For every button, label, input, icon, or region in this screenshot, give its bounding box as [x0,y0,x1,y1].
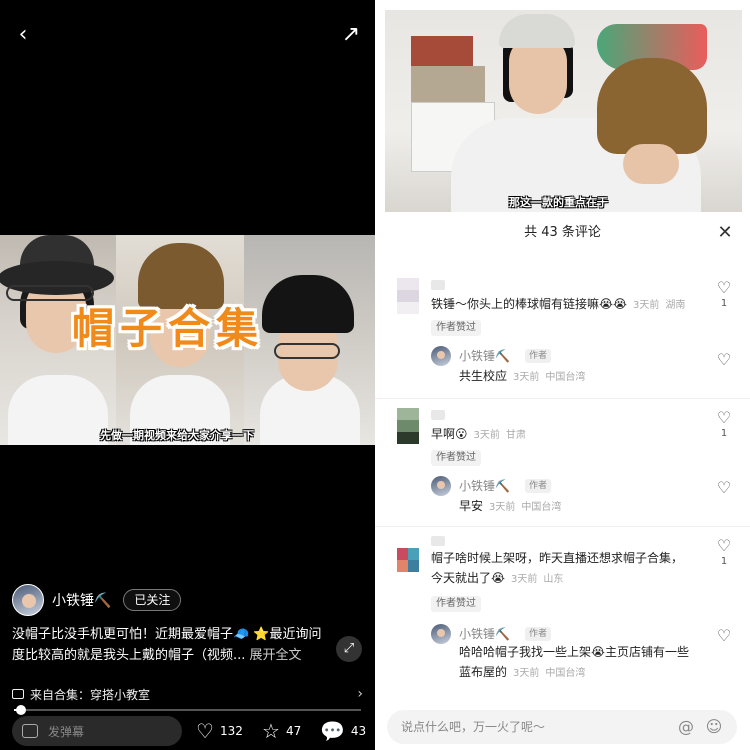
author-avatar[interactable] [12,584,44,616]
favorite-action[interactable]: ☆ 47 [262,718,301,744]
danmu-placeholder: 发弹幕 [48,724,85,739]
reply-text: 哈哈哈帽子我找一些上架😭主页店铺有一些 蓝布屋的 3天前 中国台湾 [459,645,690,679]
author-liked-tag: 作者赞过 [431,450,481,466]
commenter-name[interactable] [431,280,445,290]
heart-icon[interactable]: ♡ [714,536,734,555]
hoodie-shape [8,375,108,445]
divider [375,398,750,399]
cap-shape [499,14,575,48]
heart-icon[interactable]: ♡ [714,626,734,645]
author-liked-tag: 作者赞过 [431,320,481,336]
video-subtitle: 先做一期视频来给大家介享一下 [100,429,254,442]
video-caption: 那这一款的重点在于 [509,196,608,209]
divider [375,526,750,527]
comment-action[interactable]: 💬 43 [320,718,366,744]
like-action[interactable]: ♡ 132 [196,718,243,744]
fullscreen-icon[interactable]: ⤢ [336,636,362,662]
comment-input-placeholder: 说点什么吧，万一火了呢～ [401,720,546,734]
reply-author-name[interactable]: 小铁锤⛏️ [459,626,510,642]
danmu-icon[interactable] [22,724,38,738]
reply-avatar[interactable] [431,476,451,496]
commenter-avatar[interactable] [397,548,419,584]
reply-text: 早安 3天前 中国台湾 [459,499,562,513]
heart-icon[interactable]: ♡ [196,719,214,743]
comment-text: 帽子啥时候上架呀，昨天直播还想求帽子合集， 今天就出了😭 3天前 山东 [431,551,684,585]
progress-bar[interactable] [14,705,361,715]
comment-item: 帽子啥时候上架呀，昨天直播还想求帽子合集， 今天就出了😭 3天前 山东 作者赞过 ♡… [375,536,750,696]
close-icon[interactable]: ✕ [712,220,738,246]
progress-knob[interactable] [15,705,26,715]
heart-icon[interactable]: ♡ [714,408,734,427]
red-box-shape [411,36,473,66]
heart-icon[interactable]: ♡ [714,278,734,297]
video-title-overlay: 帽子合集 [72,304,265,353]
heart-icon[interactable]: ♡ [714,478,734,497]
danmu-input[interactable]: 发弹幕 [12,716,182,746]
comments-screen: 那这一款的重点在于 共 43 条评论 ✕ 铁锤～你头上的棒球帽有链接嘛😭😭 3天前… [375,0,750,750]
comment-text: 铁锤～你头上的棒球帽有链接嘛😭😭 3天前 湖南 [431,297,686,311]
back-chevron-icon[interactable]: ‹ [10,22,36,48]
commenter-avatar[interactable] [397,278,419,314]
at-icon[interactable]: @ [675,716,697,738]
expand-link[interactable]: 展开全文 [250,648,302,663]
comments-sheet: 共 43 条评论 ✕ 铁锤～你头上的棒球帽有链接嘛😭😭 3天前 湖南 作者赞过 ♡ … [375,214,750,750]
author-badge: 作者 [525,627,552,641]
commenter-avatar[interactable] [397,408,419,444]
favorite-count: 47 [285,724,302,738]
comment-input[interactable]: 说点什么吧，万一火了呢～ @ ☺ [387,710,737,744]
hand-shape [623,144,679,184]
black-beanie-shape [262,275,354,333]
star-icon[interactable]: ☆ [262,719,280,743]
reply-author-name[interactable]: 小铁锤⛏️ [459,348,510,364]
share-icon[interactable]: ↗ [338,22,364,48]
author-badge: 作者 [525,479,552,493]
reply-avatar[interactable] [431,624,451,644]
comment-text: 早啊😮 3天前 甘肃 [431,427,526,441]
comment-icon[interactable]: 💬 [320,719,345,743]
mini-video-frame[interactable]: 那这一款的重点在于 [385,10,742,212]
author-row: 小铁锤⛏️ 已关注 [12,584,182,616]
video-player: ‹ ↗ 帽子合集 先做一期视频来给大家介享一下 小铁锤⛏️ 已关注 没帽子比没手… [0,0,375,750]
author-badge: 作者 [525,349,552,363]
commenter-name[interactable] [431,410,445,420]
beanie-shape [597,58,707,154]
comment-like-count: 1 [720,298,728,309]
glasses-shape [274,343,340,359]
reply-text: 共生校应 3天前 中国台湾 [459,369,586,383]
comment-item: 早啊😮 3天前 甘肃 作者赞过 ♡ 1 小铁锤⛏️ 作者 早安 3天前 中国台湾 ♡ [375,408,750,518]
comments-title: 共 43 条评论 [524,225,601,240]
emoji-icon[interactable]: ☺ [703,716,725,738]
commenter-name[interactable] [431,536,445,546]
comment-item: 铁锤～你头上的棒球帽有链接嘛😭😭 3天前 湖南 作者赞过 ♡ 1 小铁锤⛏️ 作者 … [375,276,750,396]
follow-button[interactable]: 已关注 [123,589,182,611]
collection-icon [12,689,24,699]
reply-avatar[interactable] [431,346,451,366]
comment-like-count: 1 [720,428,728,439]
author-liked-tag: 作者赞过 [431,596,481,612]
author-name[interactable]: 小铁锤⛏️ [52,590,111,610]
box-shape [411,66,485,102]
video-frame[interactable]: 帽子合集 先做一期视频来给大家介享一下 [0,235,375,445]
heart-icon[interactable]: ♡ [714,350,734,369]
comment-count: 43 [350,724,367,738]
reply-author-name[interactable]: 小铁锤⛏️ [459,478,510,494]
like-count: 132 [219,724,243,738]
comment-like-count: 1 [720,556,728,567]
video-description: 没帽子比没手机更可怕！近期最爱帽子🧢 ⭐最近询问度比较高的就是我头上戴的帽子（视… [12,624,322,666]
collection-bar[interactable]: 来自合集：穿搭小教室 › [0,682,375,706]
collection-label: 来自合集：穿搭小教室 [30,687,151,702]
chevron-right-icon: › [357,686,363,702]
